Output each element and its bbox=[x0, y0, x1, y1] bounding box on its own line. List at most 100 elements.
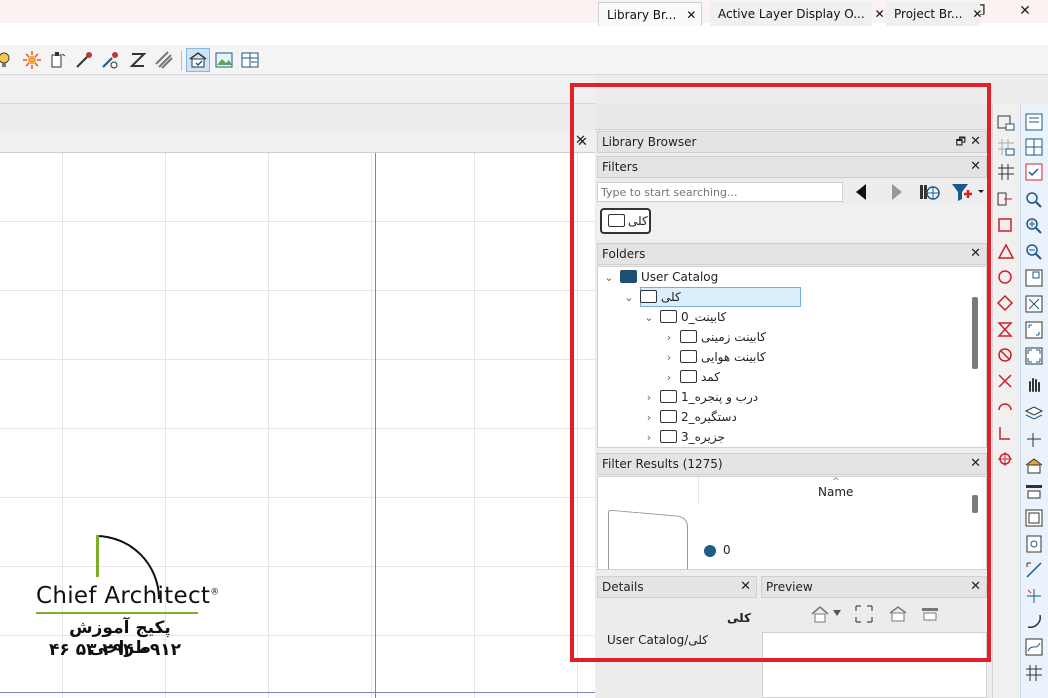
close-preview-icon[interactable]: ✕ bbox=[970, 577, 981, 597]
close-folders-icon[interactable]: ✕ bbox=[970, 244, 981, 264]
chevron-right-icon[interactable]: › bbox=[642, 428, 656, 447]
column-header-name[interactable]: Name bbox=[818, 485, 853, 499]
tree-item-handles[interactable]: › دستگیره_2 bbox=[642, 407, 737, 427]
tab-library-browser[interactable]: Library Br... ✕ bbox=[598, 2, 702, 26]
tab-project-browser[interactable]: Project Br... ✕ bbox=[886, 2, 982, 26]
chevron-down-icon[interactable]: ⌄ bbox=[642, 308, 656, 328]
camera-icon[interactable] bbox=[48, 50, 68, 70]
back-arrow-icon[interactable] bbox=[856, 184, 868, 200]
library-globe-icon[interactable] bbox=[918, 181, 940, 203]
house-layer-icon[interactable] bbox=[1024, 456, 1044, 476]
preview-view-icon[interactable] bbox=[810, 604, 830, 624]
pattern-icon[interactable] bbox=[154, 50, 174, 70]
grid-plan-icon[interactable] bbox=[1024, 137, 1044, 157]
float-panel-icon[interactable]: 🗗 bbox=[956, 132, 966, 152]
close-details-icon[interactable]: ✕ bbox=[740, 577, 751, 597]
view-icon[interactable] bbox=[214, 50, 234, 70]
close-pane-icon[interactable]: ✕ bbox=[577, 135, 588, 150]
chevron-down-icon[interactable]: ⌄ bbox=[622, 288, 636, 308]
adjust-material-icon[interactable] bbox=[128, 50, 148, 70]
crosshair-red-icon[interactable] bbox=[996, 450, 1016, 470]
fill-window-icon[interactable] bbox=[1024, 294, 1044, 314]
layers-icon[interactable] bbox=[1024, 403, 1044, 423]
elevation-icon[interactable] bbox=[1024, 482, 1044, 502]
expand-icon[interactable] bbox=[1024, 346, 1044, 366]
plan-select-icon[interactable] bbox=[1024, 112, 1044, 132]
tree-item-label: کابینت هوایی bbox=[701, 350, 766, 364]
tree-item-base-cabinet[interactable]: › کابینت زمینی bbox=[662, 327, 766, 347]
arc-tool-icon[interactable] bbox=[1024, 611, 1044, 631]
corner-red-icon[interactable] bbox=[996, 424, 1016, 444]
tree-item-island[interactable]: › جزیره_3 bbox=[642, 427, 725, 447]
chevron-down-icon[interactable]: ⌄ bbox=[602, 268, 616, 288]
select-objects-icon[interactable] bbox=[996, 112, 1016, 132]
polygon-red-icon[interactable] bbox=[996, 294, 1016, 314]
chevron-right-icon[interactable]: › bbox=[662, 368, 676, 388]
folder-icon bbox=[608, 214, 625, 227]
line-dimension-icon[interactable] bbox=[1024, 560, 1044, 580]
tab-label: Project Br... bbox=[894, 7, 963, 21]
tab-close-icon[interactable]: ✕ bbox=[875, 7, 885, 21]
zoom-extents-icon[interactable] bbox=[1024, 268, 1044, 288]
checklist-icon[interactable] bbox=[1024, 162, 1044, 182]
circle-cross-red-icon[interactable] bbox=[996, 346, 1016, 366]
tree-item-wall-cabinet[interactable]: › کابینت هوایی bbox=[662, 347, 766, 367]
light-bulb-icon[interactable] bbox=[0, 50, 16, 70]
align-icon[interactable] bbox=[996, 190, 1016, 210]
tree-item-user-catalog[interactable]: ⌄ User Catalog bbox=[602, 267, 718, 287]
point-dimension-icon[interactable] bbox=[1024, 586, 1044, 606]
hatch-icon[interactable] bbox=[1024, 663, 1044, 683]
layout-icon[interactable] bbox=[240, 50, 260, 70]
result-thumbnail[interactable] bbox=[608, 509, 688, 569]
hourglass-red-icon[interactable] bbox=[996, 320, 1016, 340]
material-painter-icon[interactable] bbox=[100, 50, 120, 70]
chevron-right-icon[interactable]: › bbox=[642, 388, 656, 408]
close-filter-results-icon[interactable]: ✕ bbox=[970, 454, 981, 474]
filters-header: Filters ✕ bbox=[597, 156, 987, 178]
dropdown-arrow-icon[interactable] bbox=[833, 610, 841, 616]
filter-chip[interactable]: کلی bbox=[600, 208, 651, 234]
circle-red-icon[interactable] bbox=[996, 268, 1016, 288]
zoom-out-icon[interactable] bbox=[1024, 242, 1044, 262]
hash-icon[interactable] bbox=[996, 162, 1016, 182]
x-red-icon[interactable] bbox=[996, 372, 1016, 392]
forward-arrow-icon[interactable] bbox=[890, 184, 902, 200]
frame-icon[interactable] bbox=[1024, 508, 1044, 528]
tree-item-doors-windows[interactable]: › درب و پنجره_1 bbox=[642, 387, 758, 407]
spline-icon[interactable] bbox=[1024, 637, 1044, 657]
tab-close-icon[interactable]: ✕ bbox=[686, 8, 696, 22]
fill-building-icon[interactable] bbox=[1024, 320, 1044, 340]
sun-icon[interactable] bbox=[22, 50, 42, 70]
close-library-browser-icon[interactable]: ✕ bbox=[970, 132, 981, 152]
eyedropper-icon[interactable] bbox=[74, 50, 94, 70]
close-filters-icon[interactable]: ✕ bbox=[970, 157, 981, 177]
arc-red-icon[interactable] bbox=[996, 398, 1016, 418]
layer-display-icon[interactable] bbox=[188, 50, 208, 70]
chevron-right-icon[interactable]: › bbox=[662, 328, 676, 348]
pan-hand-icon[interactable] bbox=[1024, 374, 1044, 394]
chevron-right-icon[interactable]: › bbox=[662, 348, 676, 368]
add-filter-icon[interactable] bbox=[950, 181, 988, 203]
tab-active-layer-display[interactable]: Active Layer Display O... ✕ bbox=[710, 2, 885, 26]
folders-scrollbar[interactable] bbox=[972, 297, 978, 369]
tab-close-icon[interactable]: ✕ bbox=[972, 7, 982, 21]
rectangle-red-icon[interactable] bbox=[996, 216, 1016, 236]
tree-item-general[interactable]: ⌄ کلی bbox=[622, 287, 681, 307]
fill-window-icon[interactable] bbox=[854, 604, 874, 624]
library-search-input[interactable] bbox=[597, 182, 843, 202]
zoom-window-icon[interactable] bbox=[1024, 190, 1044, 210]
page-zoom-icon[interactable] bbox=[1024, 534, 1044, 554]
result-item-name[interactable]: 0 bbox=[723, 543, 731, 557]
results-scrollbar[interactable] bbox=[972, 495, 978, 513]
dimension-icon[interactable] bbox=[1024, 430, 1044, 450]
zoom-in-icon[interactable] bbox=[1024, 216, 1044, 236]
filter-results-title: Filter Results (1275) bbox=[602, 457, 723, 471]
preview-layer-icon[interactable] bbox=[888, 604, 908, 624]
triangle-red-icon[interactable] bbox=[996, 242, 1016, 262]
preview-elevation-icon[interactable] bbox=[920, 604, 940, 624]
tree-item-cabinet[interactable]: ⌄ کابینت_0 bbox=[642, 307, 726, 327]
chevron-right-icon[interactable]: › bbox=[642, 408, 656, 428]
close-window-button[interactable]: ✕ bbox=[1012, 2, 1038, 20]
tree-item-closet[interactable]: › کمد bbox=[662, 367, 720, 387]
grid-select-icon[interactable] bbox=[996, 137, 1016, 157]
